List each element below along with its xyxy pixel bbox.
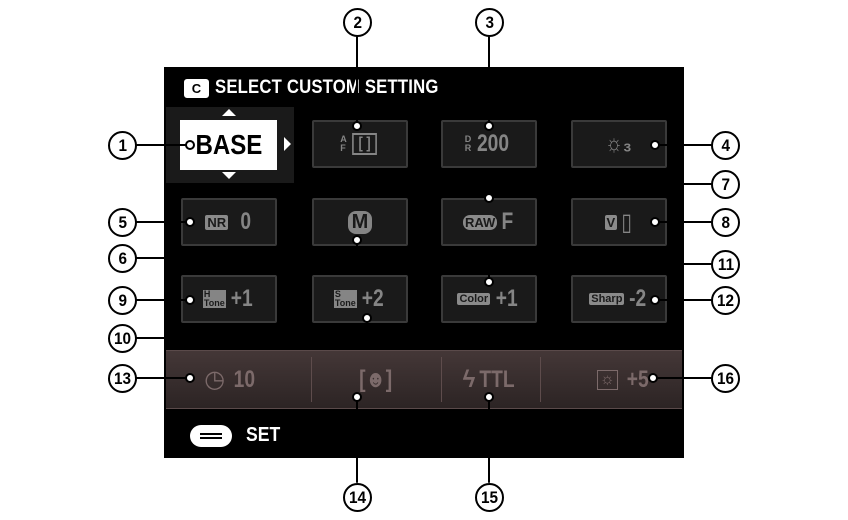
- callout-7: 7: [711, 170, 740, 199]
- callout-16: 16: [711, 364, 740, 393]
- callout-4: 4: [711, 131, 740, 160]
- callout-12: 12: [711, 286, 740, 315]
- callout-10: 10: [108, 324, 137, 353]
- callout-8: 8: [711, 208, 740, 237]
- callout-5: 5: [108, 208, 137, 237]
- callout-2: 2: [343, 8, 372, 37]
- callout-15: 15: [475, 483, 504, 512]
- callout-3: 3: [475, 8, 504, 37]
- callout-14: 14: [343, 483, 372, 512]
- callout-11: 11: [711, 250, 740, 279]
- callout-13: 13: [108, 364, 137, 393]
- callout-1: 1: [108, 131, 137, 160]
- callout-6: 6: [108, 244, 137, 273]
- callout-9: 9: [108, 286, 137, 315]
